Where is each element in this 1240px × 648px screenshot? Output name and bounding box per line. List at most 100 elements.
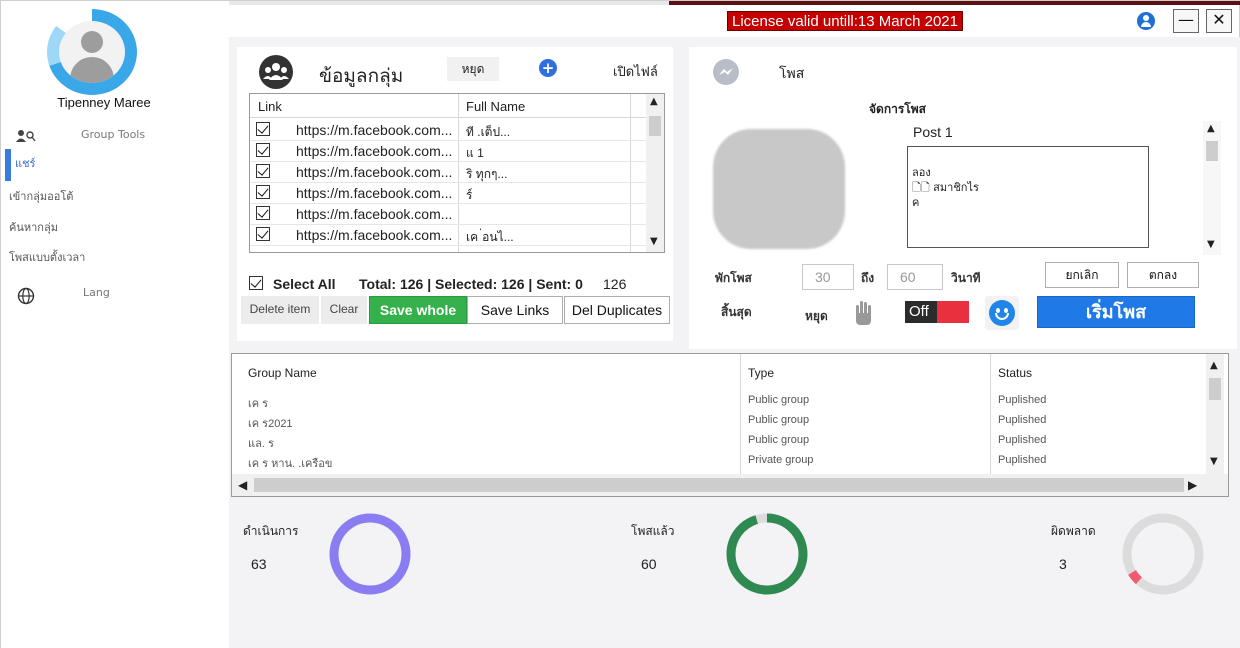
- pause-from-input[interactable]: 30: [802, 264, 854, 290]
- pause-label: พักโพส: [715, 271, 752, 285]
- save-whole-button[interactable]: Save whole: [369, 296, 467, 324]
- close-button[interactable]: ✕: [1206, 9, 1232, 33]
- ok-button[interactable]: ตกลง: [1127, 262, 1199, 288]
- row-checkbox[interactable]: [256, 206, 270, 220]
- clear-button[interactable]: Clear: [321, 296, 367, 324]
- table-row[interactable]: https://m.facebook.com...: [250, 204, 646, 225]
- sidebar-item-auto-join[interactable]: เข้ากลุ่มออโต้: [9, 187, 73, 205]
- row-group-name: แล. ร: [248, 438, 274, 450]
- pause-to-input[interactable]: 60: [887, 264, 943, 290]
- avatar[interactable]: [59, 21, 125, 83]
- table-row[interactable]: แล. ร Public group Puplished: [232, 432, 1204, 452]
- active-indicator: [5, 149, 11, 181]
- scroll-up-icon[interactable]: ▲: [650, 96, 658, 107]
- row-status: Puplished: [998, 434, 1047, 446]
- table-row[interactable]: https://m.facebook.com... ริ ทุกๆ...: [250, 162, 646, 183]
- summary-text: Total: 126 | Selected: 126 | Sent: 0: [359, 276, 583, 292]
- user-account-icon[interactable]: [1137, 12, 1155, 30]
- add-button[interactable]: +: [539, 59, 557, 77]
- row-link[interactable]: https://m.facebook.com...: [296, 122, 456, 138]
- scroll-thumb[interactable]: [649, 116, 661, 136]
- start-post-button[interactable]: เริ่มโพส: [1037, 296, 1195, 328]
- row-link[interactable]: https://m.facebook.com...: [296, 143, 456, 159]
- row-status: Puplished: [998, 414, 1047, 426]
- post-text-line: ค: [912, 196, 920, 209]
- scroll-right-icon[interactable]: ▶: [1188, 478, 1197, 492]
- stop-button[interactable]: หยุด: [447, 57, 499, 81]
- column-header-type[interactable]: Type: [748, 366, 774, 380]
- row-checkbox[interactable]: [256, 185, 270, 199]
- row-type: Public group: [748, 394, 810, 406]
- row-group-name: เค ร2021: [248, 418, 293, 430]
- table-row[interactable]: https://m.facebook.com... ที .เต็ป...: [250, 120, 646, 141]
- vertical-scrollbar[interactable]: ▲ ▼: [1206, 354, 1224, 474]
- scroll-thumb[interactable]: [254, 478, 1184, 492]
- del-duplicates-button[interactable]: Del Duplicates: [564, 296, 670, 324]
- scroll-down-icon[interactable]: ▼: [1207, 239, 1215, 250]
- post-text-line: 🗋🗋 สมาชิกไร: [912, 181, 979, 194]
- group-panel: ข้อมูลกลุ่ม หยุด + เปิดไฟล์ Link Full Na…: [237, 47, 673, 341]
- row-type: Public group: [748, 434, 810, 446]
- table-row[interactable]: https://m.facebook.com... แ 1: [250, 141, 646, 162]
- row-link[interactable]: https://m.facebook.com...: [296, 185, 456, 201]
- minimize-button[interactable]: —: [1173, 9, 1199, 33]
- row-link[interactable]: https://m.facebook.com...: [296, 227, 456, 243]
- scroll-thumb[interactable]: [1206, 141, 1218, 161]
- row-checkbox[interactable]: [256, 164, 270, 178]
- toggle-knob: Off: [905, 301, 937, 323]
- column-header-status[interactable]: Status: [998, 366, 1032, 380]
- globe-icon[interactable]: [17, 287, 35, 305]
- vertical-scrollbar[interactable]: ▲ ▼: [646, 94, 664, 252]
- scroll-left-icon[interactable]: ◀: [238, 478, 247, 492]
- post-panel-title: โพส: [779, 66, 805, 82]
- row-group-name: เค ร หาน. .เครือข: [248, 458, 333, 470]
- scroll-thumb[interactable]: [1209, 378, 1221, 400]
- to-label: ถึง: [861, 271, 875, 285]
- post-image-thumbnail[interactable]: [713, 129, 845, 249]
- lang-label[interactable]: Lang: [83, 286, 110, 299]
- group-tools-icon: [15, 129, 37, 143]
- stat-posted-label: โพสแล้ว: [631, 524, 675, 538]
- off-toggle[interactable]: Off: [905, 301, 969, 323]
- summary-count: 126: [603, 276, 627, 292]
- row-status: Puplished: [998, 394, 1047, 406]
- end-label: สิ้นสุด: [721, 305, 752, 319]
- row-link[interactable]: https://m.facebook.com...: [296, 164, 456, 180]
- stat-posted-value: 60: [641, 556, 657, 572]
- row-checkbox[interactable]: [256, 122, 270, 136]
- open-file-button[interactable]: เปิดไฟล์: [613, 61, 658, 82]
- column-header-fullname[interactable]: Full Name: [466, 99, 525, 114]
- hand-stop-icon[interactable]: [853, 299, 875, 327]
- row-checkbox[interactable]: [256, 143, 270, 157]
- column-header-link[interactable]: Link: [258, 99, 282, 114]
- cancel-button[interactable]: ยกเลิก: [1045, 262, 1119, 288]
- scroll-down-icon[interactable]: ▼: [650, 236, 658, 247]
- scroll-down-icon[interactable]: ▼: [1210, 456, 1218, 467]
- table-row[interactable]: เค ร Public group Puplished: [232, 392, 1204, 412]
- save-links-button[interactable]: Save Links: [467, 296, 563, 324]
- post-scrollbar[interactable]: ▲ ▼: [1203, 121, 1221, 255]
- post-text-area[interactable]: ลอง 🗋🗋 สมาชิกไร ค: [907, 146, 1149, 248]
- horizontal-scrollbar[interactable]: ◀ ▶: [232, 474, 1228, 496]
- row-link[interactable]: https://m.facebook.com...: [296, 206, 456, 222]
- emoji-icon[interactable]: [985, 296, 1019, 330]
- sidebar-item-scheduled-post[interactable]: โพสแบบตั้งเวลา: [9, 248, 85, 266]
- group-link-table: Link Full Name https://m.facebook.com...…: [249, 93, 665, 253]
- table-row[interactable]: https://m.facebook.com... ร์: [250, 183, 646, 204]
- row-group-name: เค ร: [248, 398, 269, 410]
- delete-item-button[interactable]: Delete item: [241, 296, 319, 324]
- scroll-up-icon[interactable]: ▲: [1210, 360, 1218, 371]
- table-row[interactable]: https://m.facebook.com... เค ่อนไ...: [250, 225, 646, 246]
- post-panel: โพส จัดการโพส Post 1 ลอง 🗋🗋 สมาชิกไร ค ▲…: [689, 47, 1237, 349]
- table-row[interactable]: เค ร หาน. .เครือข Private group Puplished: [232, 452, 1204, 472]
- sidebar-item-share[interactable]: แชร์: [15, 154, 35, 172]
- sidebar-item-search-group[interactable]: ค้นหากลุ่ม: [9, 218, 58, 236]
- select-all-checkbox[interactable]: [249, 276, 263, 290]
- table-row[interactable]: เค ร2021 Public group Puplished: [232, 412, 1204, 432]
- scroll-up-icon[interactable]: ▲: [1207, 123, 1215, 134]
- column-header-group-name[interactable]: Group Name: [248, 366, 317, 380]
- manage-post-label: จัดการโพส: [869, 102, 926, 116]
- select-all-label: Select All: [273, 276, 336, 292]
- row-checkbox[interactable]: [256, 227, 270, 241]
- row-fullname: แ 1: [466, 146, 484, 160]
